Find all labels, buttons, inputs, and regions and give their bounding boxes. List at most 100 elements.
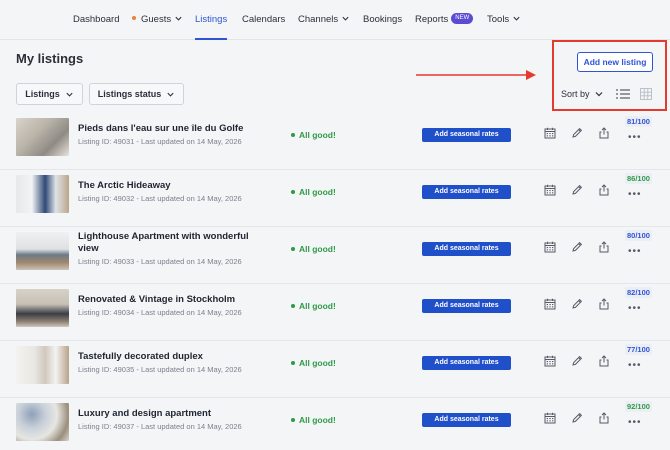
annotation-arrow-icon [416, 70, 536, 80]
sort-by-label: Sort by [561, 89, 590, 99]
listing-score: 82/100 [625, 287, 652, 298]
edit-pencil-icon[interactable] [571, 184, 583, 196]
nav-reports[interactable]: Reports NEW [415, 0, 474, 40]
nav-listings-label: Listings [195, 14, 228, 25]
share-icon[interactable] [598, 298, 610, 310]
listing-meta: Listing ID: 49034 - Last updated on 14 M… [78, 308, 242, 317]
share-icon[interactable] [598, 127, 610, 139]
list-item[interactable]: Renovated & Vintage in Stockholm Listing… [0, 284, 670, 341]
listing-title[interactable]: Tastefully decorated duplex [78, 351, 268, 363]
listing-title[interactable]: Luxury and design apartment [78, 408, 268, 420]
more-options-icon[interactable]: ••• [628, 132, 642, 143]
listing-meta: Listing ID: 49032 - Last updated on 14 M… [78, 194, 242, 203]
add-seasonal-rates-button[interactable]: Add seasonal rates [422, 128, 511, 142]
calendar-icon[interactable] [544, 241, 556, 253]
nav-bookings[interactable]: Bookings [363, 0, 402, 40]
more-options-icon[interactable]: ••• [628, 360, 642, 371]
add-seasonal-rates-button[interactable]: Add seasonal rates [422, 299, 511, 313]
edit-pencil-icon[interactable] [571, 412, 583, 424]
listings-status-filter-dropdown[interactable]: Listings status [89, 83, 184, 105]
listing-score: 81/100 [625, 116, 652, 127]
listing-title[interactable]: Pieds dans l'eau sur une île du Golfe [78, 123, 268, 135]
edit-pencil-icon[interactable] [571, 355, 583, 367]
page-title: My listings [16, 51, 84, 66]
list-item[interactable]: Tastefully decorated duplex Listing ID: … [0, 341, 670, 398]
status-dot-icon [291, 418, 295, 422]
top-navigation: Dashboard Guests Listings Calendars Chan… [0, 0, 670, 40]
calendar-icon[interactable] [544, 298, 556, 310]
nav-tools[interactable]: Tools [487, 0, 521, 40]
nav-listings[interactable]: Listings [195, 0, 228, 40]
nav-dashboard[interactable]: Dashboard [73, 0, 119, 40]
status-dot-icon [291, 247, 295, 251]
listing-score: 80/100 [625, 230, 652, 241]
calendar-icon[interactable] [544, 412, 556, 424]
listings-status-filter-label: Listings status [97, 89, 162, 99]
listing-thumbnail[interactable] [16, 232, 69, 270]
add-new-listing-button[interactable]: Add new listing [577, 52, 653, 72]
listing-meta: Listing ID: 49033 - Last updated on 14 M… [78, 257, 242, 266]
nav-channels[interactable]: Channels [298, 0, 350, 40]
add-seasonal-rates-button[interactable]: Add seasonal rates [422, 356, 511, 370]
status-label: All good! [299, 187, 336, 197]
annotation-highlight-box [552, 40, 667, 111]
status-label: All good! [299, 301, 336, 311]
add-seasonal-rates-button[interactable]: Add seasonal rates [422, 413, 511, 427]
listing-thumbnail[interactable] [16, 289, 69, 327]
new-badge: NEW [451, 12, 474, 24]
listing-title[interactable]: Lighthouse Apartment with wonderful view [78, 231, 268, 255]
nav-dashboard-label: Dashboard [73, 14, 120, 25]
listing-meta: Listing ID: 49037 - Last updated on 14 M… [78, 422, 242, 431]
chevron-down-icon [175, 16, 182, 21]
listing-thumbnail[interactable] [16, 175, 69, 213]
notification-dot-icon [132, 16, 136, 21]
status-badge: All good! [291, 130, 336, 140]
more-options-icon[interactable]: ••• [628, 417, 642, 428]
nav-guests-label: Guests [141, 14, 172, 25]
listing-score: 77/100 [625, 344, 652, 355]
listing-title[interactable]: The Arctic Hideaway [78, 180, 268, 192]
edit-pencil-icon[interactable] [571, 298, 583, 310]
nav-tools-label: Tools [487, 14, 510, 25]
calendar-icon[interactable] [544, 355, 556, 367]
status-dot-icon [291, 190, 295, 194]
calendar-icon[interactable] [544, 127, 556, 139]
share-icon[interactable] [598, 412, 610, 424]
edit-pencil-icon[interactable] [571, 241, 583, 253]
list-item[interactable]: The Arctic Hideaway Listing ID: 49032 - … [0, 170, 670, 227]
listing-meta: Listing ID: 49031 - Last updated on 14 M… [78, 137, 242, 146]
sort-by-dropdown[interactable]: Sort by [561, 89, 604, 99]
add-seasonal-rates-button[interactable]: Add seasonal rates [422, 185, 511, 199]
nav-channels-label: Channels [298, 14, 339, 25]
nav-reports-label: Reports [415, 14, 449, 25]
chevron-down-icon [167, 92, 174, 97]
more-options-icon[interactable]: ••• [628, 303, 642, 314]
listing-thumbnail[interactable] [16, 403, 69, 441]
listing-meta: Listing ID: 49035 - Last updated on 14 M… [78, 365, 242, 374]
share-icon[interactable] [598, 355, 610, 367]
listing-thumbnail[interactable] [16, 346, 69, 384]
listing-score: 92/100 [625, 401, 652, 412]
nav-guests[interactable]: Guests [132, 0, 183, 40]
share-icon[interactable] [598, 241, 610, 253]
listing-title[interactable]: Renovated & Vintage in Stockholm [78, 294, 268, 306]
share-icon[interactable] [598, 184, 610, 196]
list-view-icon[interactable] [616, 88, 630, 100]
listing-thumbnail[interactable] [16, 118, 69, 156]
list-item[interactable]: Pieds dans l'eau sur une île du Golfe Li… [0, 113, 670, 170]
status-label: All good! [299, 415, 336, 425]
chevron-down-icon [513, 16, 520, 21]
more-options-icon[interactable]: ••• [628, 246, 642, 257]
chevron-down-icon [66, 92, 73, 97]
list-item[interactable]: Luxury and design apartment Listing ID: … [0, 398, 670, 450]
edit-pencil-icon[interactable] [571, 127, 583, 139]
grid-view-icon[interactable] [640, 88, 652, 100]
more-options-icon[interactable]: ••• [628, 189, 642, 200]
add-seasonal-rates-button[interactable]: Add seasonal rates [422, 242, 511, 256]
listings-filter-dropdown[interactable]: Listings [16, 83, 83, 105]
nav-calendars[interactable]: Calendars [242, 0, 285, 40]
calendar-icon[interactable] [544, 184, 556, 196]
status-label: All good! [299, 130, 336, 140]
list-item[interactable]: Lighthouse Apartment with wonderful view… [0, 227, 670, 284]
status-badge: All good! [291, 244, 336, 254]
